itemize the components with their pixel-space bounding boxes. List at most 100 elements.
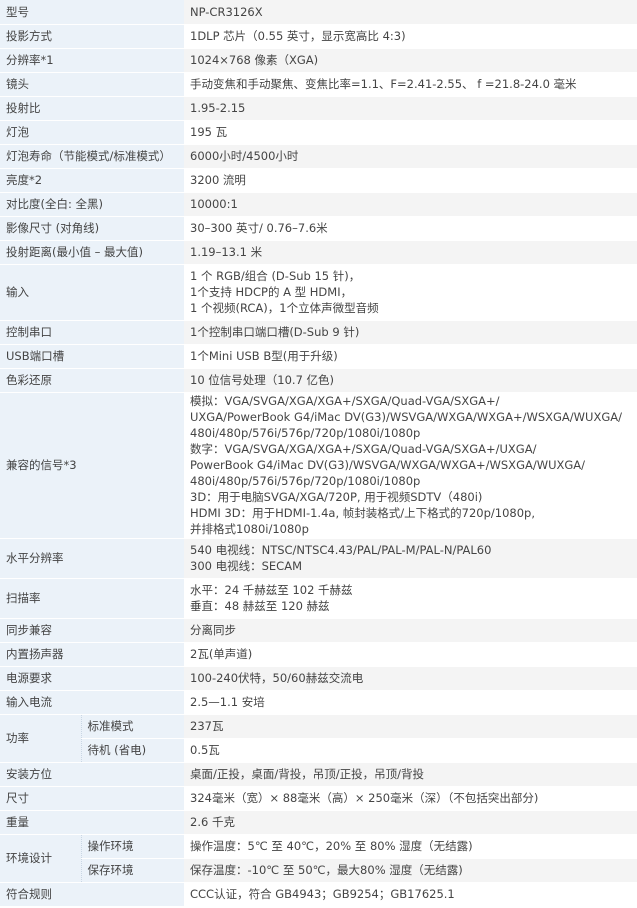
spec-row-27: 环境设计 操作环境 操作温度：5℃ 至 40℃，20% 至 80% 湿度（无结露) bbox=[0, 834, 637, 883]
spec-value-line: 300 电视线：SECAM bbox=[190, 559, 302, 573]
spec-value-line: 1 个视频(RCA)，1个立体声微型音频 bbox=[190, 301, 379, 315]
spec-row-14: 色彩还原 10 位信号处理（10.7 亿色) bbox=[0, 368, 637, 393]
spec-value: 保存温度：-10℃ 至 50℃，最大80% 湿度（无结露) bbox=[184, 858, 637, 883]
spec-value: 237瓦 bbox=[184, 714, 637, 739]
spec-label: 兼容的信号*3 bbox=[0, 392, 184, 539]
spec-value-line: 2.6 千克 bbox=[190, 815, 235, 829]
spec-value-line: 3200 流明 bbox=[190, 173, 246, 187]
spec-row-12: 控制串口 1个控制串口端口槽(D-Sub 9 针) bbox=[0, 320, 637, 345]
spec-value: 2.5—1.1 安培 bbox=[184, 690, 637, 715]
spec-row-0: 型号 NP-CR3126X bbox=[0, 0, 637, 25]
spec-row-28: 保存环境 保存温度：-10℃ 至 50℃，最大80% 湿度（无结露) bbox=[0, 858, 637, 883]
spec-label: 色彩还原 bbox=[0, 368, 184, 393]
spec-label: 控制串口 bbox=[0, 320, 184, 345]
spec-value: 分离同步 bbox=[184, 618, 637, 643]
spec-row-20: 电源要求 100-240伏特，50/60赫兹交流电 bbox=[0, 666, 637, 691]
spec-row-8: 对比度(全白: 全黑) 10000:1 bbox=[0, 192, 637, 217]
spec-value-line: 2.5—1.1 安培 bbox=[190, 695, 265, 709]
spec-value: 0.5瓦 bbox=[184, 738, 637, 763]
spec-label: 投射距离(最小值 – 最大值) bbox=[0, 240, 184, 265]
spec-value-line: 模拟：VGA/SVGA/XGA/XGA+/SXGA/Quad-VGA/SXGA+… bbox=[190, 394, 500, 408]
spec-value-line: 1DLP 芯片（0.55 英寸，显示宽高比 4:3) bbox=[190, 29, 406, 43]
spec-row-6: 灯泡寿命（节能模式/标准模式） 6000小时/4500小时 bbox=[0, 144, 637, 169]
spec-label: 输入电流 bbox=[0, 690, 184, 715]
spec-row-3: 镜头 手动变焦和手动聚焦、变焦比率=1.1、F=2.41-2.55、 f =21.… bbox=[0, 72, 637, 97]
spec-label: 输入 bbox=[0, 264, 184, 321]
spec-sub-label: 保存环境 bbox=[81, 858, 184, 883]
spec-value: 540 电视线：NTSC/NTSC4.43/PAL/PAL-M/PAL-N/PA… bbox=[184, 538, 637, 579]
spec-row-24: 安装方位 桌面/正投，桌面/背投，吊顶/正投，吊顶/背投 bbox=[0, 762, 637, 787]
spec-label: 投射比 bbox=[0, 96, 184, 121]
spec-value: 1 个 RGB/组合 (D-Sub 15 针)， 1个支持 HDCP的 A 型 H… bbox=[184, 264, 637, 321]
spec-value: 桌面/正投，桌面/背投，吊顶/正投，吊顶/背投 bbox=[184, 762, 637, 787]
spec-value: 操作温度：5℃ 至 40℃，20% 至 80% 湿度（无结露) bbox=[184, 834, 637, 859]
spec-value: 1DLP 芯片（0.55 英寸，显示宽高比 4:3) bbox=[184, 24, 637, 49]
spec-row-23: 待机 (省电) 0.5瓦 bbox=[0, 738, 637, 763]
spec-value: 30–300 英寸/ 0.76–7.6米 bbox=[184, 216, 637, 241]
spec-row-18: 同步兼容 分离同步 bbox=[0, 618, 637, 643]
spec-value-line: 桌面/正投，桌面/背投，吊顶/正投，吊顶/背投 bbox=[190, 767, 424, 781]
spec-value-line: 1.19–13.1 米 bbox=[190, 245, 263, 259]
spec-value-line: 10000:1 bbox=[190, 197, 238, 211]
spec-value-line: CCC认证，符合 GB4943；GB9254；GB17625.1 bbox=[190, 887, 455, 901]
spec-value: 1个控制串口端口槽(D-Sub 9 针) bbox=[184, 320, 637, 345]
spec-sub-label: 标准模式 bbox=[81, 714, 184, 739]
spec-table: 型号 NP-CR3126X 投影方式 1DLP 芯片（0.55 英寸，显示宽高比 4:… bbox=[0, 0, 637, 907]
spec-group-label: 功率 bbox=[0, 714, 82, 763]
spec-sub-label: 待机 (省电) bbox=[81, 738, 184, 763]
spec-row-4: 投射比 1.95-2.15 bbox=[0, 96, 637, 121]
spec-value-line: 数字：VGA/SVGA/XGA/XGA+/SXGA/Quad-VGA/SXGA+… bbox=[190, 442, 537, 456]
spec-label: USB端口槽 bbox=[0, 344, 184, 369]
spec-row-2: 分辨率*1 1024×768 像素（XGA) bbox=[0, 48, 637, 73]
spec-row-29: 符合规则 CCC认证，符合 GB4943；GB9254；GB17625.1 bbox=[0, 882, 637, 907]
spec-row-16: 水平分辨率 540 电视线：NTSC/NTSC4.43/PAL/PAL-M/PAL… bbox=[0, 538, 637, 579]
spec-row-11: 输入 1 个 RGB/组合 (D-Sub 15 针)， 1个支持 HDCP的 A 型… bbox=[0, 264, 637, 321]
spec-value: 1024×768 像素（XGA) bbox=[184, 48, 637, 73]
spec-value-line: 垂直：48 赫兹至 120 赫兹 bbox=[190, 599, 330, 613]
spec-row-15: 兼容的信号*3 模拟：VGA/SVGA/XGA/XGA+/SXGA/Quad-VG… bbox=[0, 392, 637, 539]
spec-value: 1个Mini USB B型(用于升级) bbox=[184, 344, 637, 369]
spec-value: 10 位信号处理（10.7 亿色) bbox=[184, 368, 637, 393]
spec-value-line: 480i/480p/576i/576p/720p/1080i/1080p bbox=[190, 474, 421, 488]
spec-value-line: 6000小时/4500小时 bbox=[190, 149, 299, 163]
spec-value: 模拟：VGA/SVGA/XGA/XGA+/SXGA/Quad-VGA/SXGA+… bbox=[184, 392, 637, 539]
spec-label: 投影方式 bbox=[0, 24, 184, 49]
spec-row-13: USB端口槽 1个Mini USB B型(用于升级) bbox=[0, 344, 637, 369]
spec-value-line: 2瓦(单声道) bbox=[190, 647, 253, 661]
spec-value-line: 水平：24 千赫兹至 102 千赫兹 bbox=[190, 583, 353, 597]
spec-label: 型号 bbox=[0, 0, 184, 25]
spec-value-line: NP-CR3126X bbox=[190, 4, 263, 19]
spec-value-line: 分离同步 bbox=[190, 623, 236, 637]
spec-row-21: 输入电流 2.5—1.1 安培 bbox=[0, 690, 637, 715]
spec-row-26: 重量 2.6 千克 bbox=[0, 810, 637, 835]
spec-label: 重量 bbox=[0, 810, 184, 835]
spec-value: NP-CR3126X bbox=[184, 0, 637, 25]
spec-value-line: 100-240伏特，50/60赫兹交流电 bbox=[190, 671, 364, 685]
spec-row-19: 内置扬声器 2瓦(单声道) bbox=[0, 642, 637, 667]
spec-value-line: 1个控制串口端口槽(D-Sub 9 针) bbox=[190, 325, 360, 339]
spec-value-line: 540 电视线：NTSC/NTSC4.43/PAL/PAL-M/PAL-N/PA… bbox=[190, 543, 492, 557]
spec-value-line: 3D：用于电脑SVGA/XGA/720P, 用于视频SDTV（480i) bbox=[190, 490, 483, 504]
spec-value-line: 手动变焦和手动聚焦、变焦比率=1.1、F=2.41-2.55、 f =21.8-… bbox=[190, 77, 577, 91]
spec-row-5: 灯泡 195 瓦 bbox=[0, 120, 637, 145]
spec-sub-label: 操作环境 bbox=[81, 834, 184, 859]
spec-label: 灯泡寿命（节能模式/标准模式） bbox=[0, 144, 184, 169]
spec-value: 195 瓦 bbox=[184, 120, 637, 145]
spec-value-line: 1 个 RGB/组合 (D-Sub 15 针)， bbox=[190, 269, 361, 283]
spec-label: 灯泡 bbox=[0, 120, 184, 145]
spec-value-line: UXGA/PowerBook G4/iMac DV(G3)/WSVGA/WXGA… bbox=[190, 410, 622, 424]
spec-value: 10000:1 bbox=[184, 192, 637, 217]
spec-value-line: 1个支持 HDCP的 A 型 HDMI， bbox=[190, 285, 353, 299]
spec-value: 6000小时/4500小时 bbox=[184, 144, 637, 169]
spec-label: 镜头 bbox=[0, 72, 184, 97]
spec-value: 1.19–13.1 米 bbox=[184, 240, 637, 265]
spec-value-line: 195 瓦 bbox=[190, 125, 228, 139]
spec-label: 影像尺寸 (对角线) bbox=[0, 216, 184, 241]
spec-label: 安装方位 bbox=[0, 762, 184, 787]
spec-row-1: 投影方式 1DLP 芯片（0.55 英寸，显示宽高比 4:3) bbox=[0, 24, 637, 49]
spec-value-line: PowerBook G4/iMac DV(G3)/WSVGA/WXGA/WXGA… bbox=[190, 458, 586, 472]
spec-value: CCC认证，符合 GB4943；GB9254；GB17625.1 bbox=[184, 882, 637, 907]
spec-row-17: 扫描率 水平：24 千赫兹至 102 千赫兹 垂直：48 赫兹至 120 赫兹 bbox=[0, 578, 637, 619]
spec-label: 水平分辨率 bbox=[0, 538, 184, 579]
spec-label: 内置扬声器 bbox=[0, 642, 184, 667]
